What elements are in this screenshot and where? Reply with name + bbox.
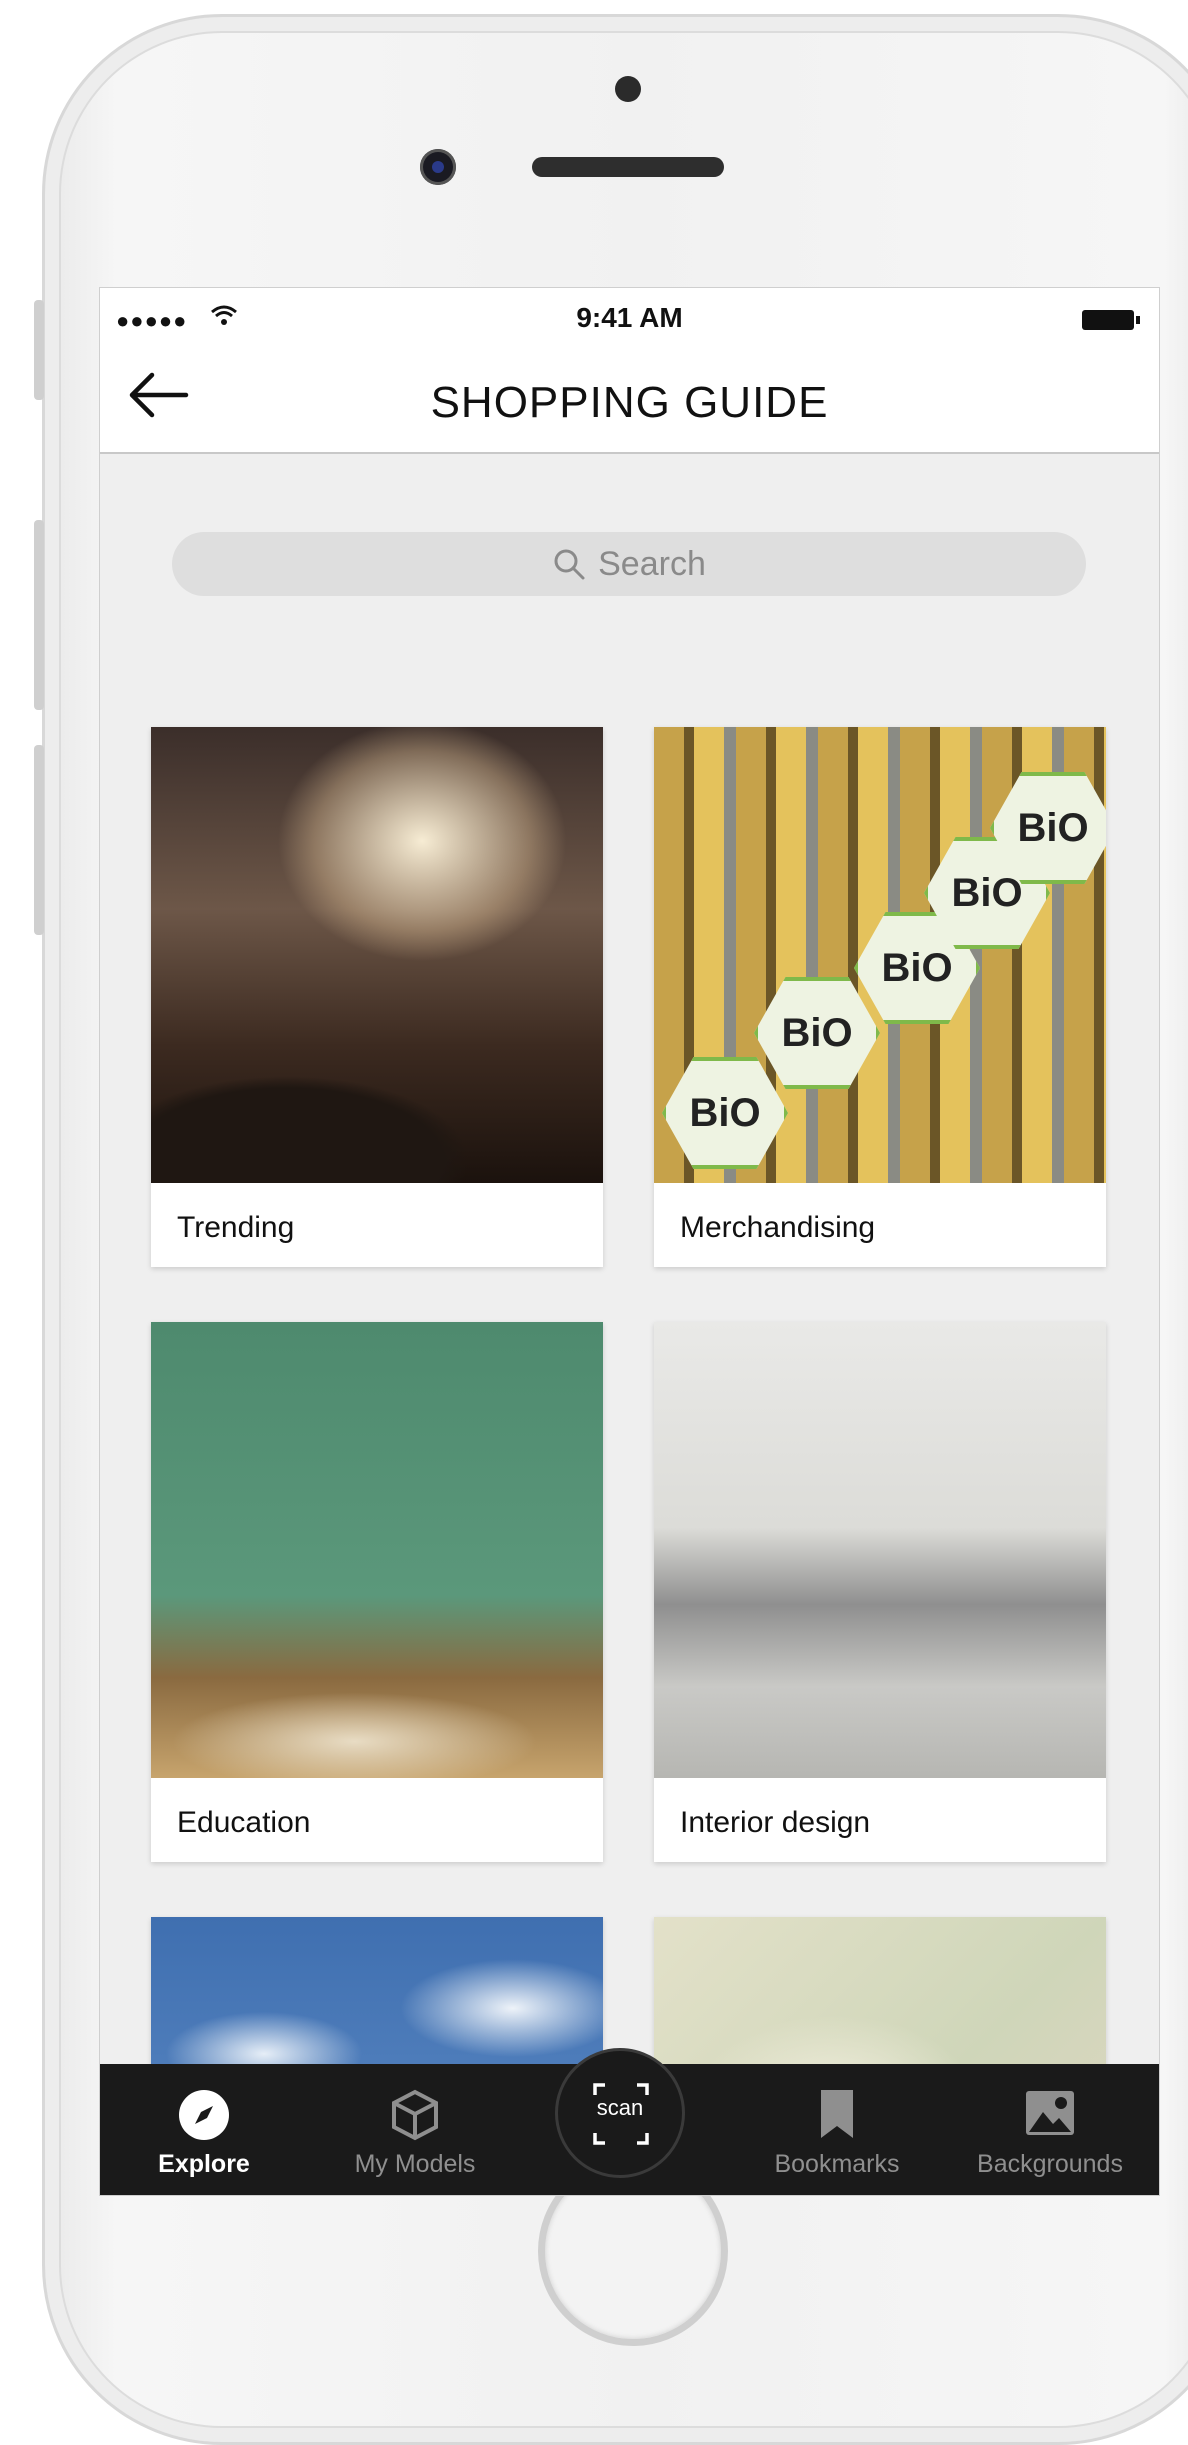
interior-design-image: [654, 1322, 1106, 1778]
tab-my-models[interactable]: My Models: [325, 2064, 505, 2195]
status-time: 9:41 AM: [576, 302, 683, 333]
category-label: Interior design: [680, 1806, 871, 1839]
earpiece-speaker: [532, 157, 724, 177]
page-title: SHOPPING GUIDE: [430, 378, 829, 427]
app-screen: ●●●●● 9:41 AM SHOPPING GUIDE Search Tren…: [99, 287, 1160, 2196]
scan-button[interactable]: scan: [555, 2048, 685, 2178]
proximity-sensor: [615, 76, 641, 102]
category-card-education[interactable]: Education: [151, 1322, 603, 1862]
scan-label: scan: [596, 2095, 644, 2120]
category-label: Trending: [177, 1211, 295, 1244]
volume-down-button: [34, 745, 44, 935]
search-icon: [554, 549, 585, 580]
bio-badge: BiO: [754, 977, 880, 1089]
tab-bookmarks[interactable]: Bookmarks: [747, 2064, 927, 2195]
tab-label: My Models: [354, 2150, 476, 2178]
cube-icon: [388, 2088, 442, 2147]
tab-label: Backgrounds: [977, 2150, 1123, 2178]
front-camera: [420, 149, 456, 185]
tab-label: Explore: [158, 2150, 250, 2178]
search-input[interactable]: Search: [172, 532, 1086, 596]
education-image: [151, 1322, 603, 1778]
volume-up-button: [34, 520, 44, 710]
category-card-trending[interactable]: Trending: [151, 727, 603, 1267]
category-label: Merchandising: [680, 1211, 876, 1244]
mute-switch: [34, 300, 44, 400]
image-icon: [1023, 2088, 1077, 2143]
search-placeholder: Search: [598, 544, 706, 583]
tab-backgrounds[interactable]: Backgrounds: [960, 2064, 1140, 2195]
bookmark-icon: [817, 2088, 857, 2147]
category-card-merchandising[interactable]: BiO BiO BiO BiO BiO Merchandising: [654, 727, 1106, 1267]
navigation-bar: SHOPPING GUIDE: [100, 348, 1159, 454]
category-label: Education: [177, 1806, 311, 1839]
compass-icon: [177, 2088, 231, 2147]
tab-label: Bookmarks: [774, 2150, 900, 2178]
bio-badge: BiO: [662, 1057, 788, 1169]
trending-image: [151, 727, 603, 1183]
category-card-interior-design[interactable]: Interior design: [654, 1322, 1106, 1862]
merchandising-image: BiO BiO BiO BiO BiO: [654, 727, 1106, 1183]
status-bar: ●●●●● 9:41 AM: [100, 288, 1159, 348]
battery-icon: [1082, 310, 1140, 330]
tab-explore[interactable]: Explore: [114, 2064, 294, 2195]
